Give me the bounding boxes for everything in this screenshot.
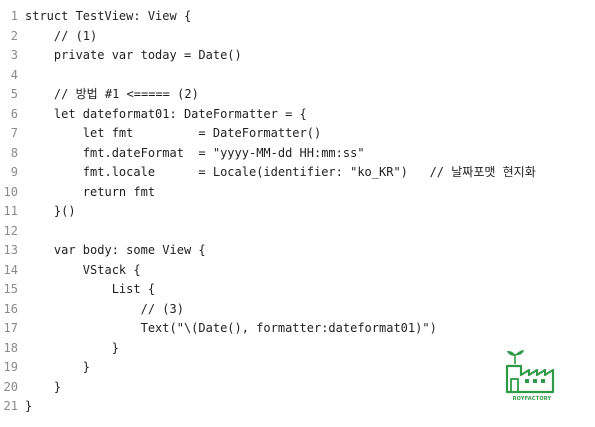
line-number: 15 bbox=[3, 282, 18, 296]
code-line: 15 List { bbox=[0, 280, 595, 300]
code-line: 14 VStack { bbox=[0, 261, 595, 281]
code-text: fmt.locale = Locale(identifier: "ko_KR")… bbox=[25, 165, 536, 179]
code-text: }() bbox=[25, 204, 76, 218]
code-line: 17 Text("\(Date(), formatter:dateformat0… bbox=[0, 319, 595, 339]
code-text: List { bbox=[25, 282, 156, 296]
code-line: 1 struct TestView: View { bbox=[0, 7, 595, 27]
line-number: 17 bbox=[3, 321, 18, 335]
line-number: 4 bbox=[10, 67, 18, 82]
line-number: 13 bbox=[3, 243, 18, 257]
royfactory-logo: ROYFACTORY bbox=[505, 348, 559, 402]
line-number: 5 bbox=[10, 87, 18, 101]
line-number: 2 bbox=[10, 28, 18, 43]
code-line: 4 bbox=[0, 66, 595, 86]
code-text: let dateformat01: DateFormatter = { bbox=[25, 106, 307, 121]
code-line: 2 // (1) bbox=[0, 27, 595, 47]
code-line: 7 let fmt = DateFormatter() bbox=[0, 124, 595, 144]
line-number: 14 bbox=[3, 262, 18, 277]
line-number: 7 bbox=[10, 126, 18, 140]
code-line: 13 var body: some View { bbox=[0, 241, 595, 261]
code-text: // (1) bbox=[25, 28, 98, 43]
code-text: struct TestView: View { bbox=[25, 9, 192, 23]
code-line: 9 fmt.locale = Locale(identifier: "ko_KR… bbox=[0, 163, 595, 183]
code-text: let fmt = DateFormatter() bbox=[25, 126, 322, 140]
code-text: private var today = Date() bbox=[25, 48, 242, 62]
line-number: 18 bbox=[3, 340, 18, 355]
logo-text: ROYFACTORY bbox=[512, 396, 552, 402]
line-number: 1 bbox=[10, 9, 18, 23]
line-number: 3 bbox=[10, 48, 18, 62]
code-text: return fmt bbox=[25, 184, 156, 199]
code-text: Text("\(Date(), formatter:dateformat01)"… bbox=[25, 321, 437, 335]
line-number: 16 bbox=[3, 301, 18, 316]
code-text: // 방법 #1 <===== (2) bbox=[25, 87, 199, 101]
line-number: 21 bbox=[3, 399, 18, 413]
code-line: 8 fmt.dateFormat = "yyyy-MM-dd HH:mm:ss" bbox=[0, 144, 595, 164]
code-line: 3 private var today = Date() bbox=[0, 46, 595, 66]
line-number: 8 bbox=[10, 145, 18, 160]
factory-sprout-logo-icon bbox=[505, 350, 555, 394]
code-text: VStack { bbox=[25, 262, 141, 277]
line-number: 11 bbox=[3, 204, 18, 218]
code-line: 16 // (3) bbox=[0, 300, 595, 320]
code-line: 6 let dateformat01: DateFormatter = { bbox=[0, 105, 595, 125]
code-text: fmt.dateFormat = "yyyy-MM-dd HH:mm:ss" bbox=[25, 145, 365, 160]
line-number: 10 bbox=[3, 184, 18, 199]
code-line: 11 }() bbox=[0, 202, 595, 222]
code-line: 10 return fmt bbox=[0, 183, 595, 203]
line-number: 12 bbox=[3, 223, 18, 238]
code-text: // (3) bbox=[25, 301, 184, 316]
code-line: 5 // 방법 #1 <===== (2) bbox=[0, 85, 595, 105]
code-text: var body: some View { bbox=[25, 243, 206, 257]
line-number: 20 bbox=[3, 379, 18, 394]
line-number: 19 bbox=[3, 360, 18, 374]
line-number: 6 bbox=[10, 106, 18, 121]
code-line: 12 bbox=[0, 222, 595, 242]
line-number: 9 bbox=[10, 165, 18, 179]
